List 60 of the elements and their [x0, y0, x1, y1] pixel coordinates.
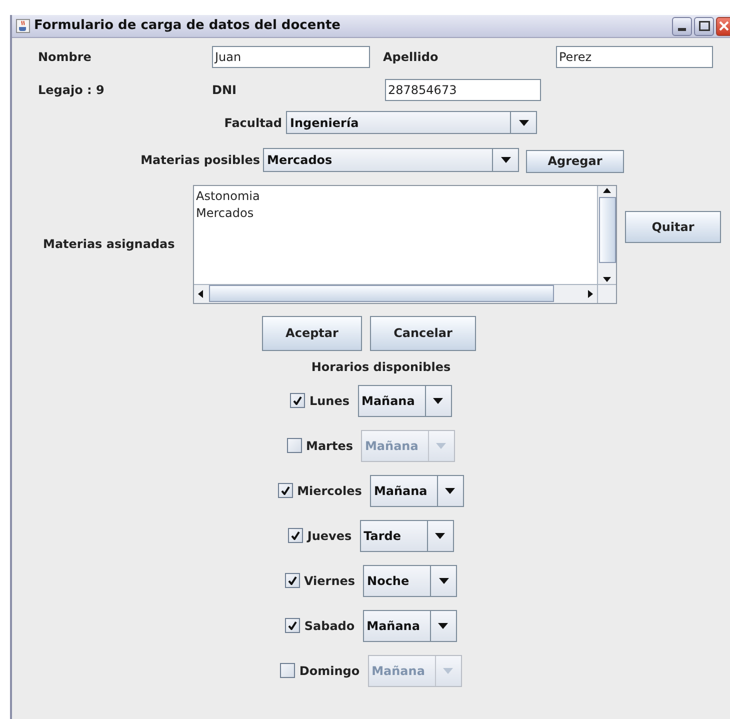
dropdown[interactable]: Noche [363, 564, 458, 596]
button[interactable]: Quitar [625, 210, 721, 242]
dropdown[interactable]: Mañana [362, 610, 457, 642]
left-arrow-icon [198, 290, 203, 298]
minimize-icon [678, 28, 686, 30]
field-label: Nombre [38, 49, 92, 66]
scroll-thumb[interactable] [598, 196, 616, 262]
dropdown[interactable]: Ingeniería [286, 111, 537, 134]
close-icon [719, 21, 729, 31]
button[interactable]: Cancelar [370, 316, 476, 350]
maximize-icon [698, 21, 710, 31]
maximize-button[interactable] [694, 16, 714, 36]
day-checkbox[interactable]: Jueves [288, 526, 352, 544]
dropdown-arrow-icon [445, 488, 456, 494]
list-item[interactable]: Astonomia [196, 188, 597, 204]
window-title: Formulario de carga de datos del docente [34, 17, 340, 36]
checkmark-icon [288, 576, 297, 585]
dropdown-arrow-icon [518, 120, 528, 126]
dropdown[interactable]: Mañana [370, 474, 464, 506]
dropdown[interactable]: Tarde [360, 520, 454, 552]
section-title: Horarios disponibles [311, 358, 451, 376]
down-arrow-icon [603, 276, 611, 282]
checkmark-icon [293, 396, 302, 405]
dropdown-arrow-icon [438, 622, 448, 628]
dropdown-arrow-icon [438, 578, 449, 584]
dropdown-arrow-icon [433, 398, 443, 404]
field-label: Materias posibles [140, 152, 260, 170]
field-label: DNI [212, 82, 238, 99]
right-arrow-icon [588, 290, 593, 298]
field-label: Facultad [223, 114, 282, 132]
checkmark-icon [288, 621, 298, 630]
up-arrow-icon [603, 188, 611, 192]
checkmark-icon [291, 531, 300, 540]
text-field[interactable]: Perez [556, 46, 713, 68]
dropdown-arrow-icon [443, 668, 454, 674]
minimize-button[interactable] [672, 16, 692, 36]
day-checkbox[interactable]: Sabado [285, 616, 355, 634]
day-checkbox[interactable]: Miercoles [278, 482, 362, 500]
horizontal-scrollbar[interactable] [194, 284, 597, 302]
button[interactable]: Aceptar [262, 316, 362, 350]
field-label: Apellido [383, 49, 440, 66]
dropdown-arrow-icon [435, 532, 446, 538]
scroll-thumb[interactable] [209, 285, 554, 302]
day-checkbox[interactable]: Viernes [284, 572, 356, 590]
dropdown-arrow-icon [436, 442, 446, 448]
dropdown[interactable]: Mercados [263, 148, 519, 172]
close-button[interactable] [716, 16, 730, 36]
text-field[interactable]: 287854673 [385, 79, 541, 101]
button[interactable]: Agregar [526, 150, 624, 172]
vertical-scrollbar[interactable] [597, 186, 616, 284]
field-label: Materias asignadas [43, 236, 176, 253]
dropdown[interactable]: Mañana [358, 384, 452, 416]
checkmark-icon [281, 486, 290, 495]
text-field[interactable]: Juan [212, 46, 370, 68]
list-item[interactable]: Mercados [196, 204, 597, 222]
scrollbar-corner [597, 284, 616, 302]
day-checkbox[interactable]: Lunes [290, 392, 350, 410]
coffee-cup-icon [16, 19, 30, 33]
dropdown-arrow-icon [500, 157, 510, 164]
legajo-label: Legajo : 9 [38, 82, 106, 99]
